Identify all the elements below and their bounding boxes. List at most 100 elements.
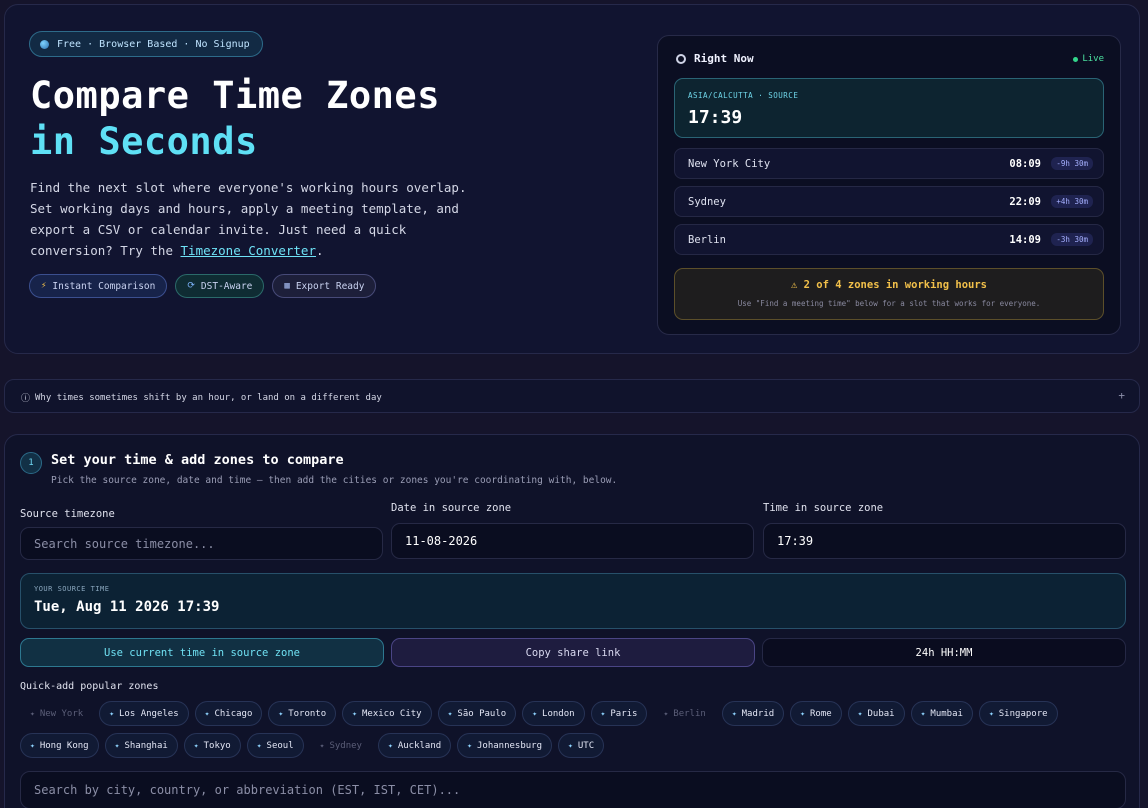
sparkle-icon: ✦ (731, 709, 737, 718)
chip-label: UTC (577, 740, 595, 751)
chip-label: New York (39, 708, 84, 719)
city-row: Berlin 14:09 -3h 30m (674, 224, 1104, 255)
chip-label: Seoul (266, 740, 294, 751)
sparkle-icon: ✦ (447, 709, 453, 718)
quick-add-chip[interactable]: ✦ Singapore (978, 701, 1058, 726)
sparkle-icon: ✦ (352, 709, 357, 718)
city-name: New York City (688, 158, 771, 170)
quick-add-chip[interactable]: ✦ Paris (590, 701, 648, 726)
step-1-panel: 1 Set your time & add zones to compare P… (4, 434, 1140, 808)
zone-search-input[interactable]: Search by city, country, or abbreviation… (20, 771, 1126, 808)
right-now-header: Right Now (676, 52, 754, 65)
your-source-time-value: Tue, Aug 11 2026 17:39 (34, 599, 220, 615)
city-name: Sydney (688, 196, 726, 208)
quick-add-chip[interactable]: ✦ Shanghai (104, 733, 178, 758)
hero-description-end: . (315, 243, 324, 258)
live-indicator: Live (1073, 54, 1104, 64)
date-input[interactable]: 11-08-2026 (391, 523, 754, 559)
chip-label: Berlin (673, 708, 706, 719)
copy-share-link-button[interactable]: Copy share link (391, 638, 755, 667)
quick-add-row-1: ✦ New York ✦ Los Angeles ✦ Chicago ✦ Toronto ✦ Me… (20, 701, 1126, 726)
why-times-shift-accordion[interactable]: ⓘ Why times sometimes shift by an hour, … (4, 379, 1140, 413)
quick-add-chip[interactable]: ✦ Johannesburg (457, 733, 553, 758)
quick-add-chip[interactable]: ✦ Rome (790, 701, 842, 726)
chip-label: Toronto (288, 708, 327, 719)
sparkle-icon: ✦ (114, 741, 120, 750)
hero-description: Find the next slot where everyone's work… (30, 177, 470, 261)
chip-label: Singapore (998, 708, 1048, 719)
tag-instant-comparison: ⚡ Instant Comparison (29, 274, 168, 298)
use-current-time-button[interactable]: Use current time in source zone (20, 638, 384, 667)
date-label: Date in source zone (391, 502, 512, 514)
chip-label: London (542, 708, 575, 719)
quick-add-chip[interactable]: ✦ Auckland (377, 733, 452, 758)
quick-add-chip[interactable]: ✦ Chicago (194, 701, 263, 726)
free-badge-label: Free · Browser Based · No Signup (57, 38, 250, 50)
sparkle-icon: ✦ (30, 741, 35, 750)
right-now-card: Right Now Live ASIA/CALCUTTA · SOURCE 17… (657, 35, 1121, 335)
sparkle-icon: ✦ (920, 709, 926, 718)
sparkle-icon: ✦ (568, 741, 573, 750)
sparkle-icon: ✦ (532, 709, 538, 718)
right-now-title: Right Now (694, 52, 754, 65)
hero-section: Free · Browser Based · No Signup Compare… (4, 4, 1140, 354)
city-row: Sydney 22:09 +4h 30m (674, 186, 1104, 217)
source-time-value: 17:39 (688, 107, 743, 128)
chip-label: Mumbai (930, 708, 963, 719)
chip-label: Shanghai (124, 740, 168, 751)
quick-add-chip[interactable]: ✦ Mexico City (342, 701, 432, 726)
quick-add-chip[interactable]: ✦ London (522, 701, 585, 726)
globe-icon (40, 39, 49, 49)
chip-label: Tokyo (203, 740, 231, 751)
sparkle-icon: ✦ (109, 709, 115, 718)
tag-label: Instant Comparison (52, 280, 156, 292)
chip-label: Los Angeles (119, 708, 179, 719)
chip-label: Paris (610, 708, 638, 719)
city-offset-badge: -9h 30m (1051, 157, 1093, 170)
warning-icon: ⚠ (791, 279, 798, 291)
chip-label: Sydney (329, 740, 362, 751)
city-row: New York City 08:09 -9h 30m (674, 148, 1104, 179)
step-subtitle: Pick the source zone, date and time — th… (51, 475, 618, 486)
source-timezone-input[interactable]: Search source timezone... (20, 527, 383, 560)
timezone-converter-link[interactable]: Timezone Converter (181, 243, 316, 258)
expand-icon[interactable]: + (1118, 389, 1125, 402)
city-time: 08:09 (1009, 158, 1041, 170)
quick-add-chip[interactable]: ✦ Mumbai (910, 701, 973, 726)
city-offset-badge: +4h 30m (1051, 195, 1093, 208)
step-title: Set your time & add zones to compare (51, 452, 344, 468)
quick-add-chip[interactable]: ✦ Hong Kong (20, 733, 99, 758)
feature-tags: ⚡ Instant Comparison ⟳ DST-Aware ▦ Expor… (29, 274, 377, 298)
quick-add-chip[interactable]: ✦ Tokyo (183, 733, 241, 758)
quick-add-chip[interactable]: ✦ Dubai (847, 701, 905, 726)
your-source-time-box: YOUR SOURCE TIME Tue, Aug 11 2026 17:39 (20, 573, 1126, 629)
quick-add-chip[interactable]: ✦ Seoul (246, 733, 304, 758)
quick-add-chip[interactable]: ✦ Los Angeles (99, 701, 189, 726)
warning-title-text: 2 of 4 zones in working hours (803, 279, 987, 291)
quick-add-chip[interactable]: ✦ UTC (558, 733, 605, 758)
time-input[interactable]: 17:39 (763, 523, 1126, 559)
live-label: Live (1082, 54, 1104, 64)
sparkle-icon: ✦ (319, 741, 325, 750)
city-time: 14:09 (1009, 234, 1041, 246)
quick-add-chip: ✦ Sydney (310, 733, 372, 758)
free-badge: Free · Browser Based · No Signup (29, 31, 263, 57)
title-line-1: Compare Time Zones (30, 74, 440, 117)
quick-add-chip: ✦ Berlin (653, 701, 715, 726)
sparkle-icon: ✦ (387, 741, 393, 750)
quick-add-chip[interactable]: ✦ Madrid (721, 701, 785, 726)
sparkle-icon: ✦ (204, 709, 210, 718)
sparkle-icon: ✦ (663, 709, 669, 718)
time-format-toggle[interactable]: 24h HH:MM (762, 638, 1126, 667)
sparkle-icon: ✦ (30, 709, 35, 718)
sparkle-icon: ✦ (857, 709, 863, 718)
source-time-box: ASIA/CALCUTTA · SOURCE 17:39 (674, 78, 1104, 138)
sparkle-icon: ✦ (600, 709, 606, 718)
accordion-header: ⓘ Why times sometimes shift by an hour, … (21, 391, 382, 405)
quick-add-chip[interactable]: ✦ São Paulo (437, 701, 517, 726)
quick-add-chip[interactable]: ✦ Toronto (268, 701, 337, 726)
warning-title: ⚠ 2 of 4 zones in working hours (675, 279, 1103, 291)
your-source-time-label: YOUR SOURCE TIME (34, 585, 110, 593)
warning-subtitle: Use "Find a meeting time" below for a sl… (737, 299, 1041, 308)
city-name: Berlin (688, 234, 726, 246)
